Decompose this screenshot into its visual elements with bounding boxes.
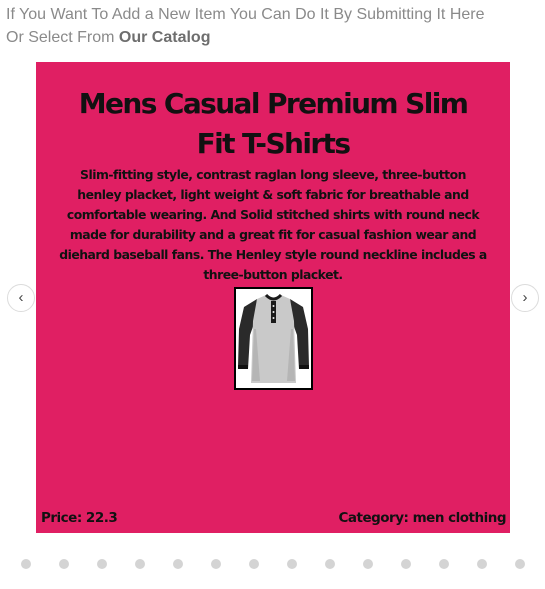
intro-line-1: If You Want To Add a New Item You Can Do… — [6, 6, 485, 23]
product-title: Mens Casual Premium Slim Fit T-Shirts — [78, 87, 469, 160]
product-slide: Mens Casual Premium Slim Fit T-Shirts Sl… — [36, 62, 510, 533]
pagination-dot[interactable] — [401, 559, 411, 569]
pagination-dot[interactable] — [439, 559, 449, 569]
intro-line-2: Or Select From Our Catalog — [6, 26, 536, 49]
carousel-pagination — [21, 559, 531, 569]
pagination-dot[interactable] — [211, 559, 221, 569]
pagination-dot[interactable] — [287, 559, 297, 569]
pagination-dot[interactable] — [249, 559, 259, 569]
chevron-right-icon: › — [522, 289, 528, 306]
pagination-dot[interactable] — [59, 559, 69, 569]
pagination-dot[interactable] — [363, 559, 373, 569]
catalog-link[interactable]: Our Catalog — [119, 29, 211, 46]
pagination-dot[interactable] — [21, 559, 31, 569]
product-image — [234, 287, 313, 390]
intro-line-2-prefix: Or Select From — [6, 29, 119, 46]
pagination-dot[interactable] — [515, 559, 525, 569]
pagination-dot[interactable] — [135, 559, 145, 569]
henley-shirt-image — [236, 289, 311, 388]
next-slide-button[interactable]: › — [511, 284, 539, 312]
pagination-dot[interactable] — [477, 559, 487, 569]
chevron-left-icon: ‹ — [18, 289, 24, 306]
price-label: Price: 22.3 — [41, 510, 118, 526]
category-label: Category: men clothing — [338, 510, 506, 526]
product-description: Slim-fitting style, contrast raglan long… — [59, 167, 487, 282]
previous-slide-button[interactable]: ‹ — [7, 284, 35, 312]
pagination-dot[interactable] — [97, 559, 107, 569]
intro-text: If You Want To Add a New Item You Can Do… — [6, 3, 536, 49]
pagination-dot[interactable] — [325, 559, 335, 569]
pagination-dot[interactable] — [173, 559, 183, 569]
